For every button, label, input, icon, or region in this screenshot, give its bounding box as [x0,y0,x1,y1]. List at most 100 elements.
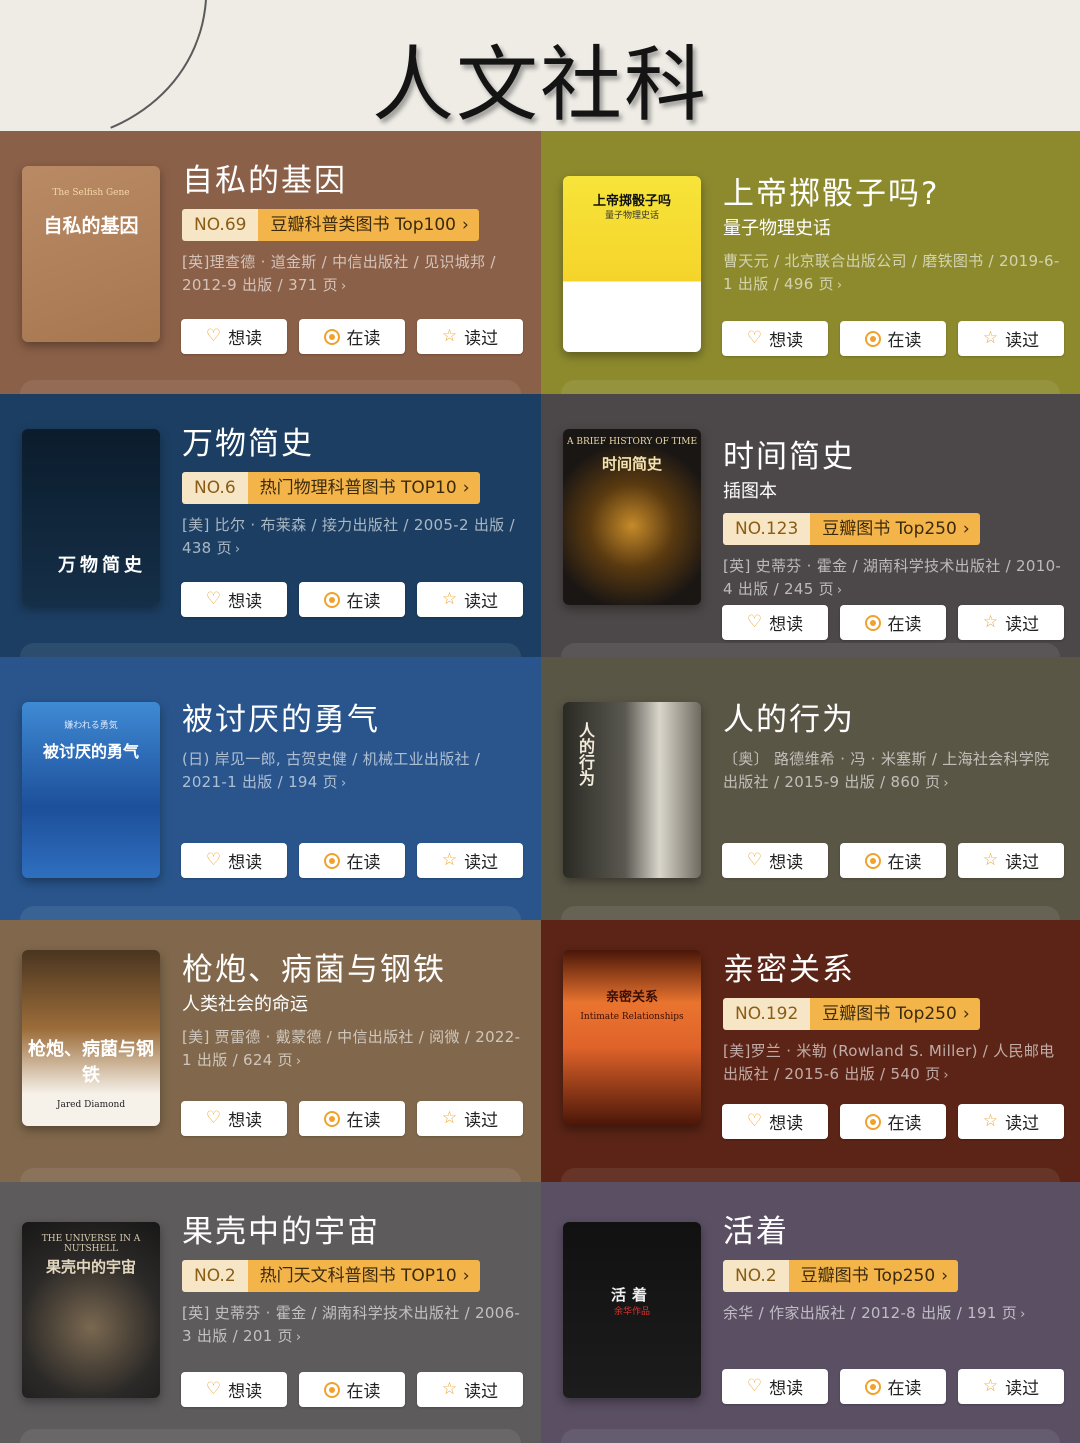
book-cover[interactable]: 亲密关系 Intimate Relationships [563,950,701,1126]
want-to-read-button[interactable]: ♡ 想读 [181,319,287,354]
book-card[interactable]: 时间简史 A BRIEF HISTORY OF TIME 时间简史 插图本 NO.123… [541,394,1080,657]
read-button[interactable]: ☆ 读过 [417,319,523,354]
read-button[interactable]: ☆ 读过 [417,843,523,878]
ranking-number: NO.6 [182,472,248,504]
book-meta[interactable]: [美] 比尔 · 布莱森 / 接力出版社 / 2005-2 出版 / 438 页… [182,514,523,561]
reading-button[interactable]: 在读 [299,843,405,878]
book-cover[interactable]: 自私的基因 The Selfish Gene [22,166,160,342]
reading-button-label: 在读 [887,615,922,635]
book-meta-text: 曹天元 / 北京联合出版公司 / 磨铁图书 / 2019-6-1 出版 / 49… [723,252,1060,293]
reading-button[interactable]: 在读 [840,321,946,356]
book-meta[interactable]: 曹天元 / 北京联合出版公司 / 磨铁图书 / 2019-6-1 出版 / 49… [723,250,1062,297]
heart-plus-icon: ♡ [205,1108,222,1128]
reading-button[interactable]: 在读 [299,582,405,617]
want-to-read-button[interactable]: ♡ 想读 [181,582,287,617]
want-to-read-button-label: 想读 [228,1111,263,1131]
book-title[interactable]: 上帝掷骰子吗? [723,176,1062,212]
ranking-badge[interactable]: NO.2 热门天文科普图书 TOP10 › [182,1260,480,1292]
want-to-read-button[interactable]: ♡ 想读 [181,1101,287,1136]
book-cover[interactable]: 上帝掷骰子吗 量子物理史话 [563,176,701,352]
ranking-badge[interactable]: NO.2 豆瓣图书 Top250 › [723,1260,958,1292]
read-button[interactable]: ☆ 读过 [958,1104,1064,1139]
reading-button[interactable]: 在读 [299,1372,405,1407]
read-button-label: 读过 [464,1111,499,1131]
book-cover[interactable]: 枪炮、病菌与钢铁 Jared Diamond [22,950,160,1126]
book-title[interactable]: 枪炮、病菌与钢铁 [182,952,523,988]
book-title[interactable]: 时间简史 [723,439,1062,475]
book-meta[interactable]: [英]理查德 · 道金斯 / 中信出版社 / 见识城邦 / 2012-9 出版 … [182,251,523,298]
chevron-right-icon: › [462,1266,470,1286]
read-button[interactable]: ☆ 读过 [958,843,1064,878]
read-button-label: 读过 [464,853,499,873]
book-cover[interactable]: 果壳中的宇宙 THE UNIVERSE IN A NUTSHELL [22,1222,160,1398]
read-button[interactable]: ☆ 读过 [958,1369,1064,1404]
book-card[interactable]: 活着 余华作品 活着 NO.2 豆瓣图书 Top250 › 余华 / 作家出版社 / 201… [541,1182,1080,1443]
book-card[interactable]: 自私的基因 The Selfish Gene 自私的基因 NO.69 豆瓣科普类图书 T… [0,131,541,394]
book-meta[interactable]: 〔奥〕 路德维希 · 冯 · 米塞斯 / 上海社会科学院出版社 / 2015-9… [723,748,1062,795]
book-title[interactable]: 活着 [723,1214,1062,1250]
want-to-read-button[interactable]: ♡ 想读 [722,1369,828,1404]
book-card[interactable]: 人的行为 人的行为 〔奥〕 路德维希 · 冯 · 米塞斯 / 上海社会科学院出版社 … [541,657,1080,920]
read-button[interactable]: ☆ 读过 [417,582,523,617]
action-buttons: ♡ 想读 在读 ☆ 读过 [181,319,523,354]
book-cover[interactable]: 人的行为 [563,702,701,878]
reading-button[interactable]: 在读 [299,319,405,354]
want-to-read-button[interactable]: ♡ 想读 [722,605,828,640]
book-cover[interactable]: 活着 余华作品 [563,1222,701,1398]
eye-icon [864,1113,881,1130]
want-to-read-button-label: 想读 [228,329,263,349]
want-to-read-button[interactable]: ♡ 想读 [722,321,828,356]
read-button[interactable]: ☆ 读过 [958,321,1064,356]
book-meta[interactable]: [英] 史蒂芬 · 霍金 / 湖南科学技术出版社 / 2006-3 出版 / 2… [182,1302,523,1349]
book-title[interactable]: 果壳中的宇宙 [182,1214,523,1250]
star-icon: ☆ [441,850,458,870]
book-cover[interactable]: 被讨厌的勇气 嫌われる勇気 [22,702,160,878]
read-button[interactable]: ☆ 读过 [417,1101,523,1136]
cover-subtitle: 嫌われる勇気 [64,721,118,731]
reading-button-label: 在读 [346,1111,381,1131]
book-title[interactable]: 万物简史 [182,426,523,462]
book-meta[interactable]: [美]罗兰 · 米勒 (Rowland S. Miller) / 人民邮电出版社… [723,1040,1062,1087]
book-meta[interactable]: 余华 / 作家出版社 / 2012-8 出版 / 191 页 › [723,1302,1062,1326]
book-title[interactable]: 亲密关系 [723,952,1062,988]
want-to-read-button[interactable]: ♡ 想读 [722,843,828,878]
book-meta[interactable]: [美] 贾雷德 · 戴蒙德 / 中信出版社 / 阅微 / 2022-1 出版 /… [182,1026,523,1073]
reading-button-label: 在读 [346,329,381,349]
book-title[interactable]: 自私的基因 [182,163,523,199]
book-meta[interactable]: (日) 岸见一郎, 古贺史健 / 机械工业出版社 / 2021-1 出版 / 1… [182,748,523,795]
ranking-badge[interactable]: NO.6 热门物理科普图书 TOP10 › [182,472,480,504]
want-to-read-button[interactable]: ♡ 想读 [181,843,287,878]
ranking-badge[interactable]: NO.192 豆瓣图书 Top250 › [723,998,980,1030]
book-title[interactable]: 人的行为 [723,702,1062,738]
cover-subtitle: 量子物理史话 [604,211,659,221]
reading-button[interactable]: 在读 [840,1104,946,1139]
cover-subtitle: The Selfish Gene [52,188,130,198]
reading-button[interactable]: 在读 [840,1369,946,1404]
read-button-label: 读过 [1005,853,1040,873]
book-card[interactable]: 亲密关系 Intimate Relationships 亲密关系 NO.192 豆瓣图书… [541,920,1080,1182]
reading-button[interactable]: 在读 [299,1101,405,1136]
card-footer-shade [561,906,1060,920]
card-footer-shade [20,1429,521,1443]
want-to-read-button[interactable]: ♡ 想读 [181,1372,287,1407]
ranking-list-name: 热门天文科普图书 TOP10 › [247,1260,480,1292]
chevron-right-icon: › [341,279,347,294]
card-footer-shade [561,643,1060,657]
book-card[interactable]: 果壳中的宇宙 THE UNIVERSE IN A NUTSHELL 果壳中的宇宙 NO… [0,1182,541,1443]
book-card[interactable]: 万物简史 万物简史 NO.6 热门物理科普图书 TOP10 › [美] 比尔 · 布莱森 … [0,394,541,657]
reading-button[interactable]: 在读 [840,843,946,878]
book-cover[interactable]: 万物简史 [22,429,160,605]
want-to-read-button[interactable]: ♡ 想读 [722,1104,828,1139]
book-title[interactable]: 被讨厌的勇气 [182,702,523,738]
read-button[interactable]: ☆ 读过 [417,1372,523,1407]
book-cover[interactable]: 时间简史 A BRIEF HISTORY OF TIME [563,429,701,605]
reading-button[interactable]: 在读 [840,605,946,640]
read-button[interactable]: ☆ 读过 [958,605,1064,640]
ranking-badge[interactable]: NO.123 豆瓣图书 Top250 › [723,513,980,545]
book-card[interactable]: 枪炮、病菌与钢铁 Jared Diamond 枪炮、病菌与钢铁 人类社会的命运 [美] … [0,920,541,1182]
book-info: 枪炮、病菌与钢铁 人类社会的命运 [美] 贾雷德 · 戴蒙德 / 中信出版社 / 阅… [182,952,523,1073]
book-card[interactable]: 上帝掷骰子吗 量子物理史话 上帝掷骰子吗? 量子物理史话曹天元 / 北京联合出版公司 … [541,131,1080,394]
book-card[interactable]: 被讨厌的勇气 嫌われる勇気 被讨厌的勇气 (日) 岸见一郎, 古贺史健 / 机械工业出… [0,657,541,920]
book-meta[interactable]: [英] 史蒂芬 · 霍金 / 湖南科学技术出版社 / 2010-4 出版 / 2… [723,555,1062,602]
ranking-badge[interactable]: NO.69 豆瓣科普类图书 Top100 › [182,209,479,241]
